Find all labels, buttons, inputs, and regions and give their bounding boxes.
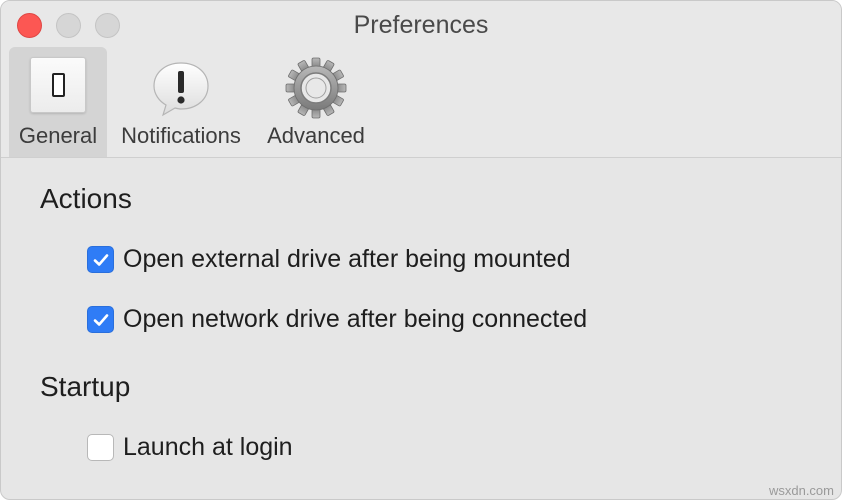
checkmark-icon	[93, 253, 108, 266]
open-external-drive-label: Open external drive after being mounted	[123, 245, 571, 273]
open-external-drive-checkbox[interactable]	[87, 246, 114, 273]
checkmark-icon	[93, 313, 108, 326]
watermark: wsxdn.com	[768, 483, 834, 498]
tab-advanced[interactable]: Advanced	[259, 47, 373, 157]
launch-at-login-label: Launch at login	[123, 433, 293, 461]
exclamation-bubble-icon	[153, 62, 209, 117]
window-title: Preferences	[353, 11, 489, 39]
actions-heading: Actions	[40, 183, 132, 214]
launch-at-login-option[interactable]: Launch at login	[87, 433, 293, 462]
startup-heading: Startup	[40, 371, 131, 402]
launch-at-login-checkbox[interactable]	[87, 434, 114, 461]
tab-general[interactable]: General	[9, 47, 107, 157]
open-network-drive-option[interactable]: Open network drive after being connected	[87, 305, 587, 334]
preferences-window: Preferences General Notifications Advanc…	[0, 0, 842, 500]
toggle-switch-icon	[30, 57, 86, 113]
tab-notifications-label: Notifications	[121, 123, 241, 148]
tab-general-label: General	[18, 123, 98, 148]
tab-notifications[interactable]: Notifications	[111, 47, 251, 157]
open-network-drive-checkbox[interactable]	[87, 306, 114, 333]
open-external-drive-option[interactable]: Open external drive after being mounted	[87, 245, 571, 274]
open-network-drive-label: Open network drive after being connected	[123, 305, 588, 333]
toolbar: Preferences General Notifications Advanc…	[1, 1, 841, 158]
tab-advanced-label: Advanced	[267, 123, 365, 148]
preferences-content: Actions Open external drive after being …	[1, 159, 841, 499]
gear-icon	[285, 57, 347, 119]
